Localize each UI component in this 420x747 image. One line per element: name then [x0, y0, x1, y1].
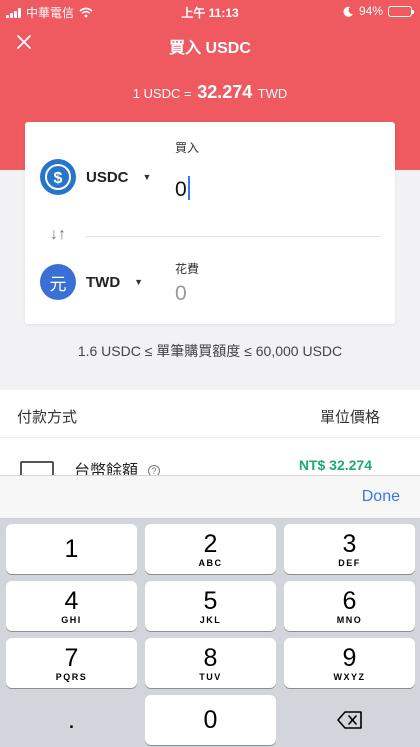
backspace-key[interactable] — [284, 695, 415, 745]
key-4[interactable]: 4 GHI — [6, 581, 137, 631]
numeric-keypad: 1 2 ABC 3 DEF 4 GHI 5 JKL 6 MNO 7 PQRS 8 TUV 9W… — [0, 519, 420, 747]
page-title: 買入 USDC — [169, 40, 251, 57]
spend-label: 花費 — [175, 262, 200, 276]
key-7[interactable]: 7 PQRS — [6, 638, 137, 688]
battery-percent: 94% — [358, 4, 383, 18]
status-bar: 中華電信 上午 11:13 94% — [0, 0, 420, 22]
wallet-icon — [20, 461, 54, 475]
buy-amount-input[interactable]: 0 — [175, 176, 190, 202]
payment-option-twd-balance[interactable]: 台幣餘額? NT$ 32.274 — [0, 439, 420, 475]
chevron-down-icon: ▼ — [134, 277, 144, 287]
key-3[interactable]: 3 DEF — [284, 524, 415, 574]
payment-method-heading: 付款方式 — [17, 409, 78, 426]
rate-value: 32.274 — [197, 82, 253, 102]
payment-option-name: 台幣餘額 — [74, 463, 139, 475]
key-6[interactable]: 6 MNO — [284, 581, 415, 631]
moon-icon — [343, 6, 353, 17]
svg-text:$: $ — [54, 170, 63, 187]
done-button[interactable]: Done — [362, 488, 400, 506]
backspace-icon — [336, 711, 362, 729]
keyboard-toolbar: Done — [0, 475, 420, 519]
payment-option-price: NT$ 32.274 — [298, 457, 372, 473]
key-0[interactable]: 0 — [145, 695, 276, 745]
spend-coin-selector[interactable]: 元 TWD ▼ — [40, 264, 143, 300]
conversion-card: $ USDC ▼ 買入 0 ↓↑ 元 TWD ▼ 花費 0 — [25, 122, 395, 324]
spend-coin-name: TWD — [86, 273, 121, 291]
spend-amount-input[interactable]: 0 — [175, 282, 187, 306]
swap-icon[interactable]: ↓↑ — [50, 226, 66, 244]
buy-coin-name: USDC — [86, 168, 129, 186]
buy-coin-selector[interactable]: $ USDC ▼ — [40, 159, 151, 195]
purchase-limits: 1.6 USDC ≤ 單筆購買額度 ≤ 60,000 USDC — [77, 343, 343, 359]
usdc-icon: $ — [40, 159, 76, 195]
rate-prefix: 1 USDC = — [132, 86, 192, 101]
text-cursor — [187, 176, 190, 200]
exchange-rate: 1 USDC = 32.274 TWD — [0, 82, 420, 103]
payment-header: 付款方式 單位價格 — [0, 390, 420, 438]
help-icon[interactable]: ? — [148, 465, 161, 475]
key-5[interactable]: 5 JKL — [145, 581, 276, 631]
rate-unit: TWD — [257, 86, 288, 101]
key-2[interactable]: 2 ABC — [145, 524, 276, 574]
buy-label: 買入 — [175, 141, 200, 155]
battery-icon — [388, 5, 414, 17]
key-9[interactable]: 9 WXYZ — [284, 638, 415, 688]
key-1[interactable]: 1 — [6, 524, 137, 574]
nav-bar: 買入 USDC — [0, 26, 420, 62]
divider — [85, 236, 381, 237]
twd-icon: 元 — [40, 264, 76, 300]
unit-price-heading: 單位價格 — [319, 409, 380, 426]
buy-amount-value: 0 — [175, 178, 187, 201]
chevron-down-icon: ▼ — [142, 172, 152, 182]
key-8[interactable]: 8 TUV — [145, 638, 276, 688]
key-decimal[interactable]: . — [6, 695, 137, 745]
